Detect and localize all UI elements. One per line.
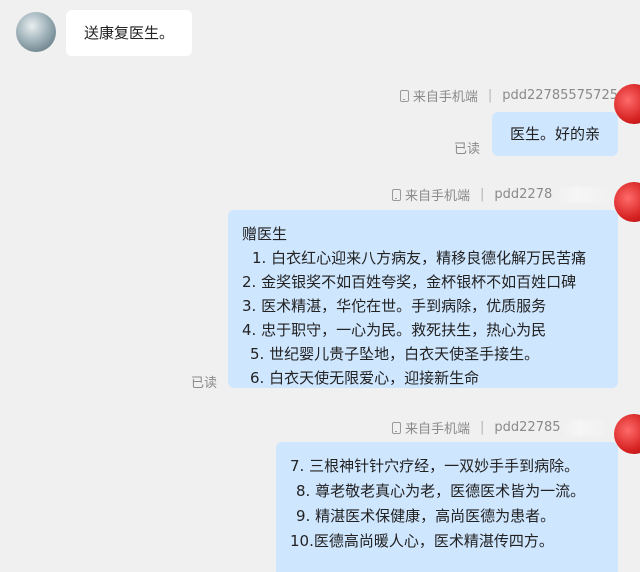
outgoing-message-bubble: 7. 三根神针针穴疗经，一双妙手手到病除。 8. 尊老敬老真心为老，医德医术皆为… [276, 442, 618, 572]
phone-icon [392, 421, 401, 434]
separator: | [480, 187, 485, 202]
source-label: 来自手机端 [405, 189, 471, 204]
source-label: 来自手机端 [405, 422, 471, 437]
list-item: 9. 精湛医术保健康，高尚医德为患者。 [296, 507, 556, 525]
message-title: 赠医生 [242, 225, 288, 243]
outgoing-message-bubble: 医生。好的亲 [492, 112, 618, 156]
list-item: 8. 尊老敬老真心为老，医德医术皆为一流。 [296, 482, 586, 500]
read-status: 已读 [454, 142, 481, 157]
outgoing-message-bubble: 赠医生 1. 白衣红心迎来八方病友，精移良德化解万民苦痛 2. 金奖银奖不如百姓… [228, 210, 618, 388]
redaction-mask [560, 419, 609, 436]
phone-icon [392, 188, 401, 201]
message-meta: 来自手机端 | pdd2278 [392, 185, 615, 204]
outgoing-message-text: 医生。好的亲 [509, 125, 600, 143]
list-item: 3. 医术精湛，华佗在世。手到病除，优质服务 [242, 297, 547, 315]
list-item: 2. 金奖银奖不如百姓夸奖，金杯银杯不如百姓口碑 [242, 273, 577, 291]
separator: | [487, 88, 493, 103]
list-item: 6. 白衣天使无限爱心，迎接新生命 [250, 369, 480, 387]
incoming-message-bubble: 送康复医生。 [66, 10, 192, 56]
source-label: 来自手机端 [412, 90, 478, 105]
incoming-message-text: 送康复医生。 [83, 24, 174, 42]
customer-avatar[interactable] [16, 12, 56, 52]
separator: | [480, 420, 485, 435]
sender-name: pdd22785 [494, 420, 561, 435]
message-meta: 来自手机端 | pdd22785575725 [399, 86, 618, 105]
list-item: 10.医德高尚暖人心，医术精湛传四方。 [290, 532, 554, 550]
list-item: 5. 世纪婴儿贵子坠地，白衣天使圣手接生。 [250, 345, 540, 363]
sender-name: pdd22785575725 [502, 88, 618, 103]
redaction-mask [554, 186, 615, 203]
phone-icon [399, 89, 409, 102]
message-meta: 来自手机端 | pdd22785 [392, 418, 609, 437]
list-item: 7. 三根神针针穴疗经，一双妙手手到病除。 [290, 457, 580, 475]
read-status: 已读 [191, 376, 218, 391]
sender-name: pdd2278 [494, 187, 553, 202]
list-item: 4. 忠于职守，一心为民。救死扶生，热心为民 [242, 321, 547, 339]
list-item: 1. 白衣红心迎来八方病友，精移良德化解万民苦痛 [252, 249, 587, 267]
